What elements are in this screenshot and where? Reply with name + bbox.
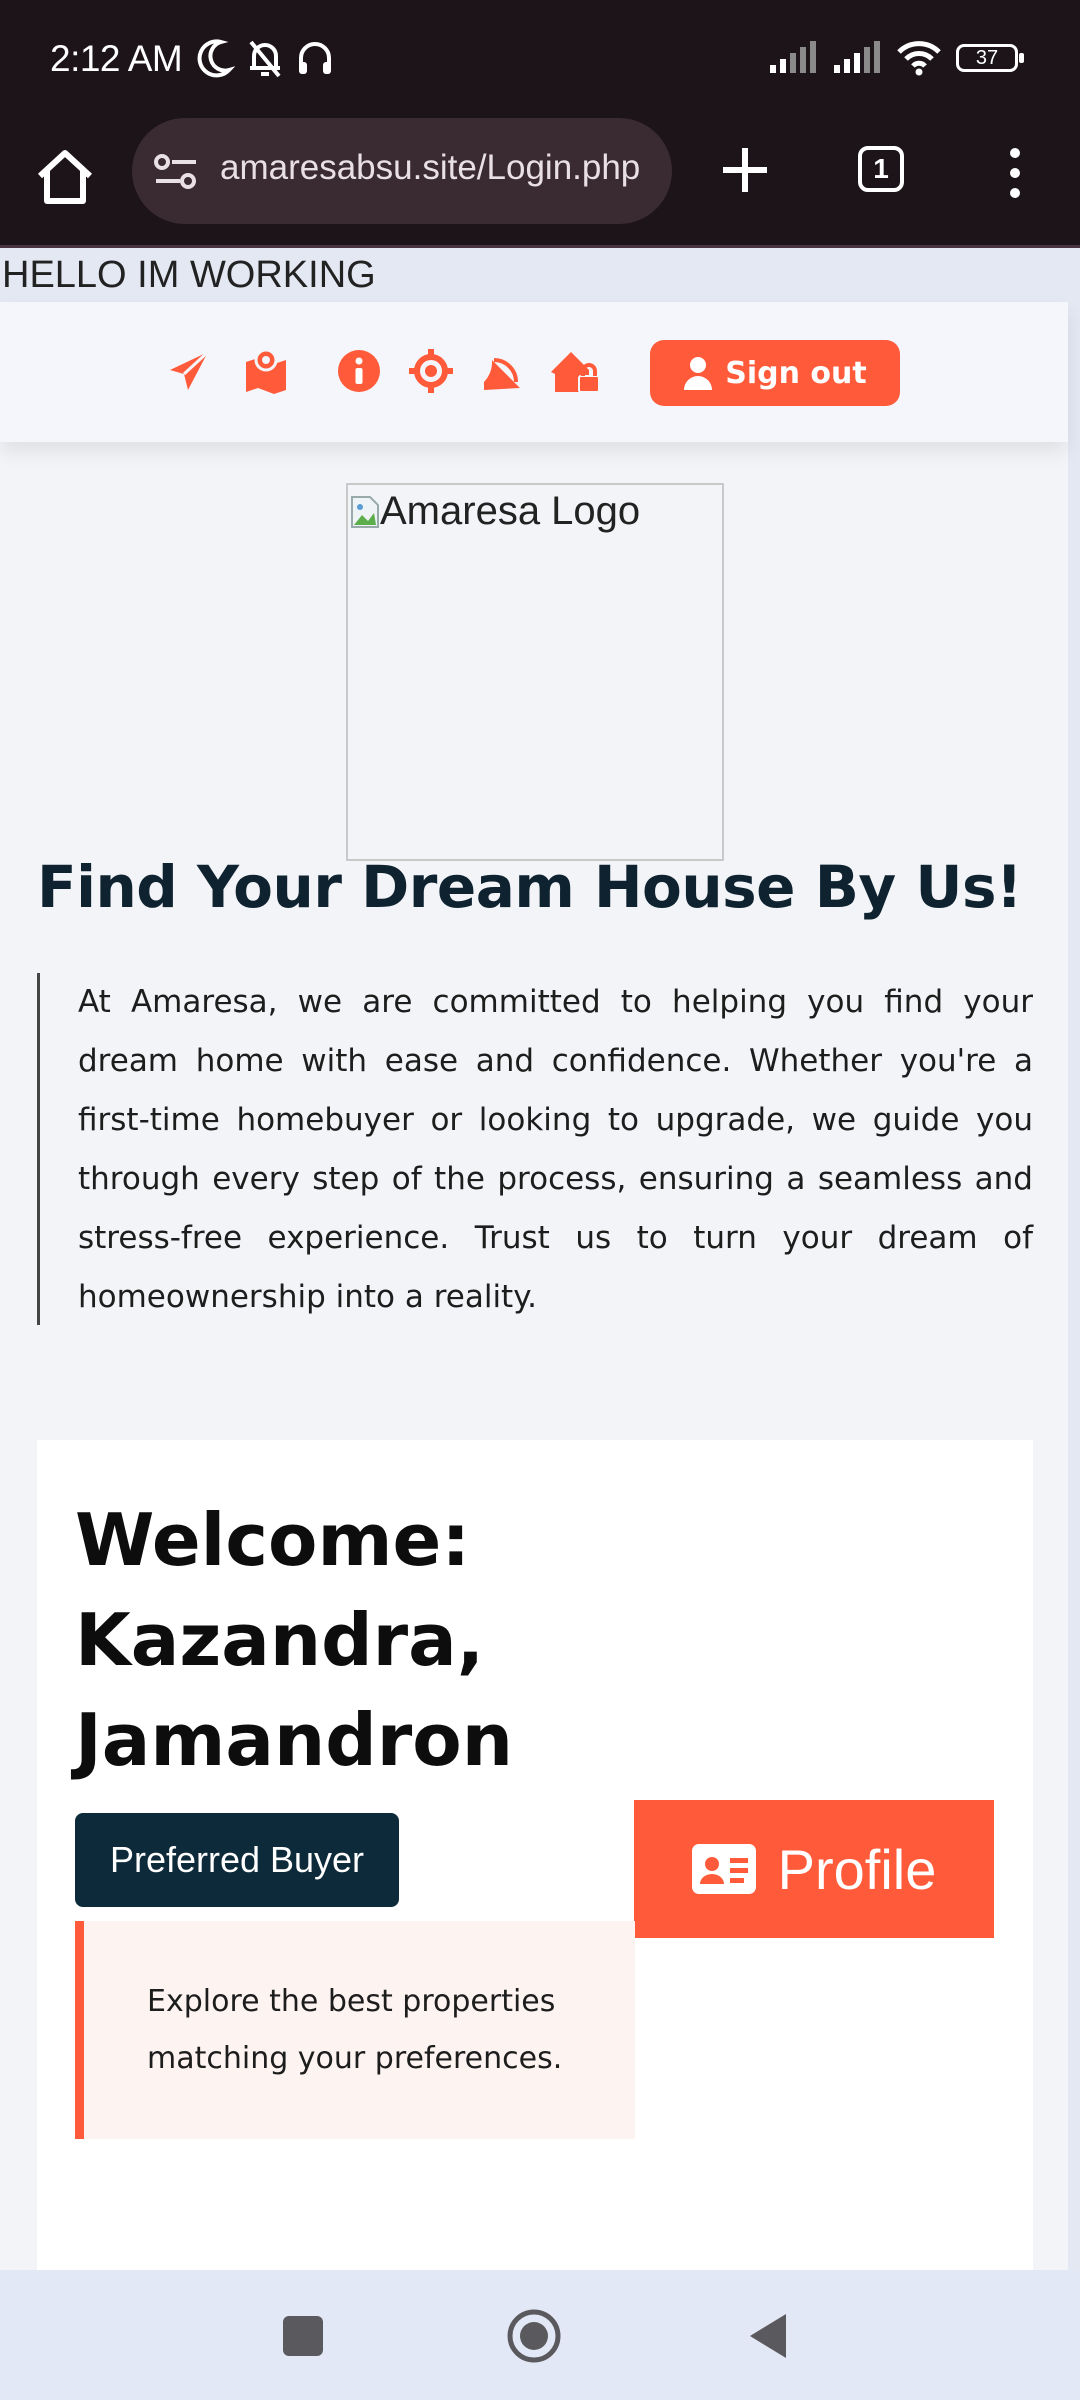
hero-text: At Amaresa, we are committed to helping …: [78, 984, 1033, 1315]
profile-button[interactable]: Profile: [634, 1800, 994, 1938]
paper-plane-icon[interactable]: [166, 348, 212, 394]
bell-off-icon: [249, 40, 281, 78]
preferred-buyer-badge: Preferred Buyer: [75, 1813, 399, 1907]
system-navigation-bar: [0, 2270, 1080, 2400]
info-icon[interactable]: [336, 348, 382, 394]
status-left-icons: [195, 36, 335, 80]
satellite-dish-icon[interactable]: [480, 348, 526, 394]
page-edge: [1068, 302, 1080, 2270]
status-time: 2:12 AM: [50, 38, 183, 79]
web-page: HELLO IM WORKING Sign out Amaresa Logo F…: [0, 248, 1080, 2270]
sign-out-button[interactable]: Sign out: [650, 340, 900, 406]
broken-image-icon: [351, 495, 379, 528]
logo-alt: Amaresa Logo: [350, 489, 640, 534]
tab-switcher-button[interactable]: 1: [858, 146, 904, 192]
user-icon: [684, 357, 713, 390]
wifi-icon: [897, 41, 941, 76]
profile-label: Profile: [777, 1837, 937, 1901]
map-icon[interactable]: [243, 348, 289, 394]
id-card-icon: [691, 1844, 756, 1894]
recents-button[interactable]: [275, 2308, 331, 2364]
house-lock-icon[interactable]: [549, 348, 601, 394]
debug-text: HELLO IM WORKING: [2, 254, 376, 296]
new-tab-icon[interactable]: [715, 140, 775, 200]
crosshair-icon[interactable]: [408, 348, 454, 394]
explore-callout: Explore the best properties matching you…: [75, 1921, 635, 2139]
signal-icon: [770, 41, 816, 73]
hero-quote: At Amaresa, we are committed to helping …: [37, 973, 1033, 1325]
welcome-heading: Welcome: Kazandra, Jamandron: [75, 1498, 514, 1782]
more-menu-icon[interactable]: [1000, 143, 1030, 203]
headphones-icon: [299, 42, 331, 74]
logo-image: Amaresa Logo: [346, 483, 724, 861]
moon-icon: [197, 39, 235, 78]
address-bar[interactable]: amaresabsu.site/Login.php: [132, 118, 672, 224]
welcome-card: Welcome: Kazandra, Jamandron Preferred B…: [37, 1440, 1033, 2270]
status-right-icons: 37: [768, 40, 1024, 76]
home-button[interactable]: [506, 2308, 562, 2364]
site-navbar: Sign out: [0, 302, 1068, 442]
explore-text: Explore the best properties matching you…: [147, 1984, 563, 2076]
url-text[interactable]: amaresabsu.site/Login.php: [220, 148, 655, 188]
hero-title: Find Your Dream House By Us!: [37, 853, 1022, 921]
status-bar: 2:12 AM 37: [0, 0, 1080, 118]
back-button[interactable]: [742, 2308, 798, 2364]
signal-icon: [834, 41, 880, 73]
sign-out-label: Sign out: [725, 355, 867, 391]
site-settings-icon[interactable]: [154, 154, 198, 190]
browser-toolbar: amaresabsu.site/Login.php 1: [0, 118, 1080, 248]
debug-strip: HELLO IM WORKING: [0, 248, 1080, 302]
battery-icon: 37: [956, 44, 1024, 72]
logo-alt-text: Amaresa Logo: [380, 489, 641, 533]
home-icon[interactable]: [30, 143, 100, 213]
